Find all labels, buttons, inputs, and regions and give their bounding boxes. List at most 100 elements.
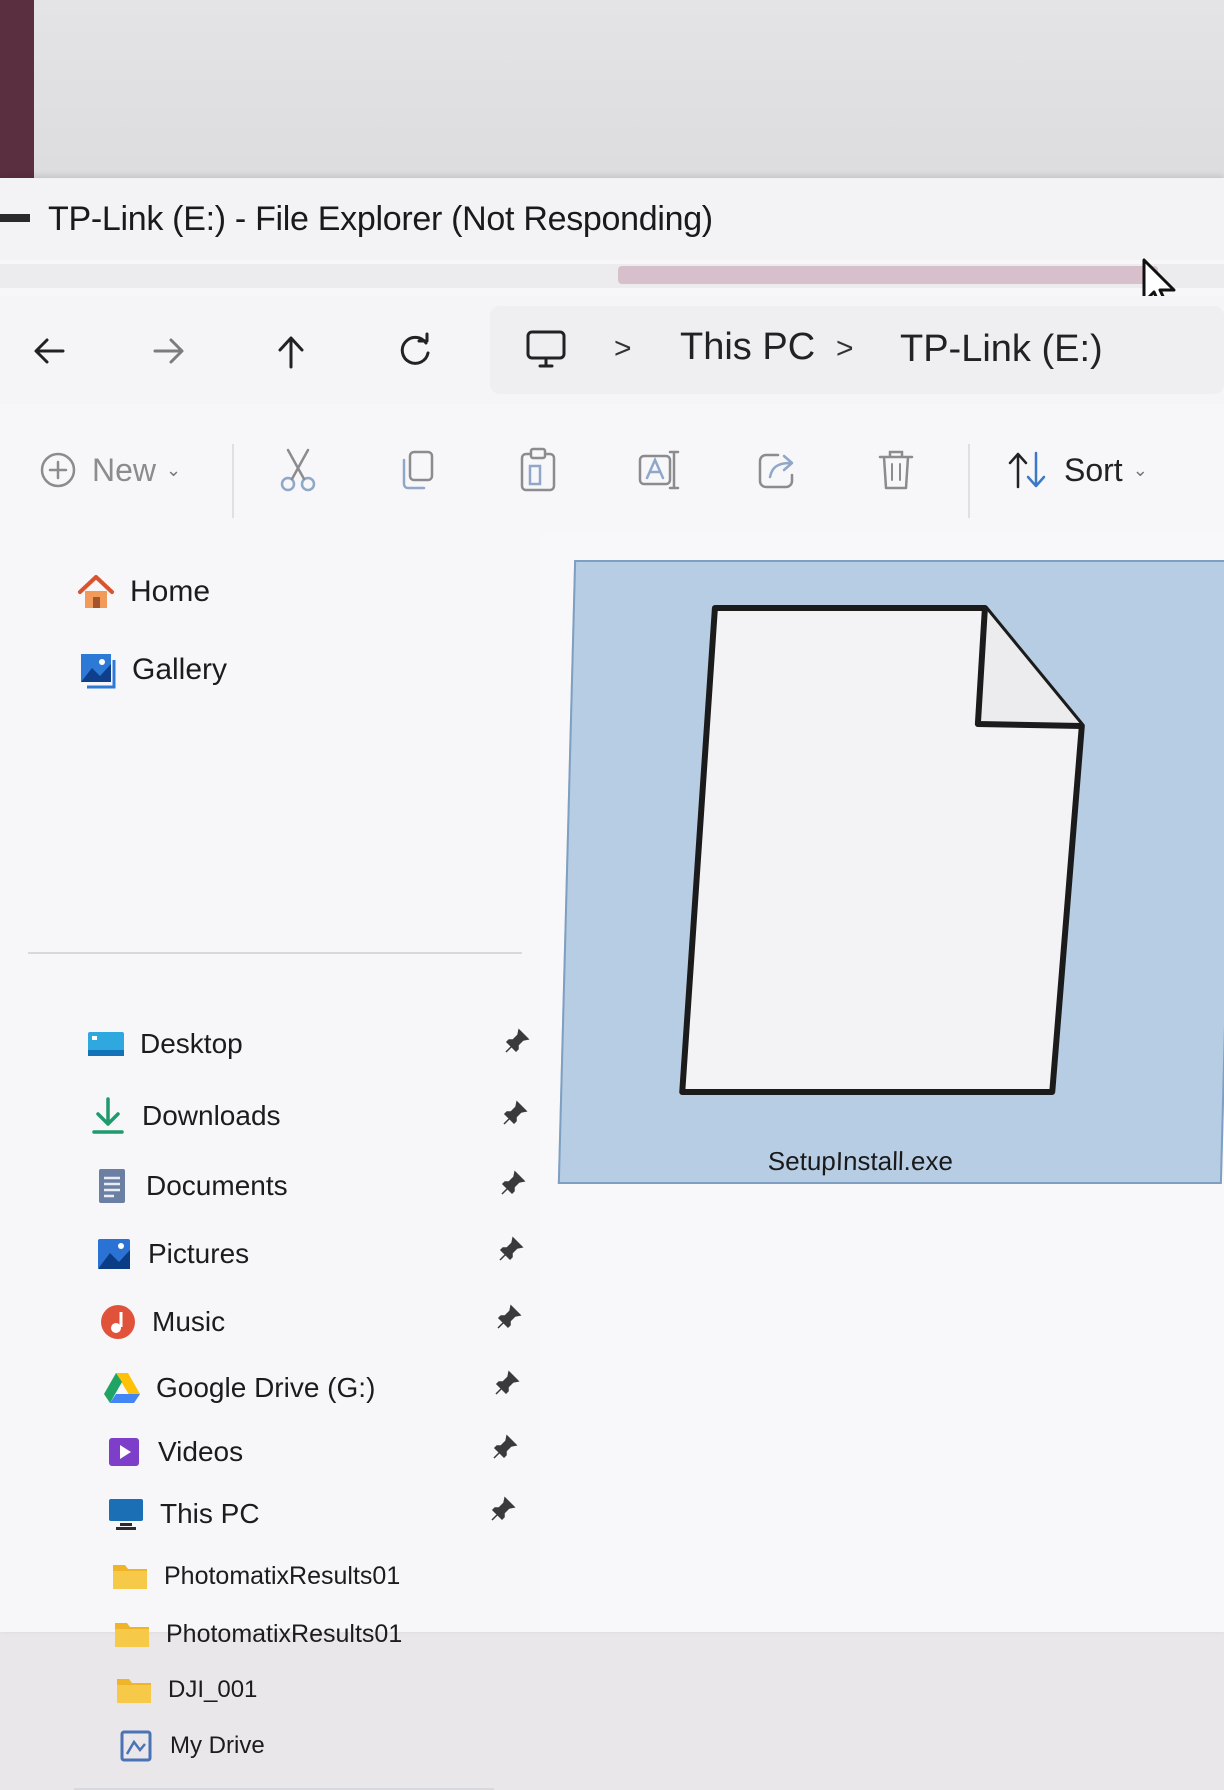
sidebar-item-downloads[interactable]: Downloads — [88, 1090, 281, 1142]
pin-icon[interactable] — [504, 1028, 530, 1054]
documents-icon — [99, 1169, 125, 1203]
copy-button[interactable] — [398, 440, 438, 500]
toolbar-divider — [968, 444, 970, 518]
sidebar-item-desktop[interactable]: Desktop — [86, 1018, 243, 1070]
sidebar-item-label: Downloads — [142, 1100, 281, 1131]
sidebar-item-label: Google Drive (G:) — [156, 1372, 376, 1403]
sidebar-item-label: DJI_001 — [168, 1676, 258, 1703]
sidebar-item-label: Music — [152, 1306, 226, 1337]
pictures-icon — [98, 1239, 130, 1269]
sidebar-item-label: My Drive — [170, 1732, 265, 1759]
plus-circle-icon — [40, 452, 76, 488]
monitor-icon — [109, 1499, 143, 1530]
share-icon — [758, 453, 794, 489]
download-icon — [92, 1097, 124, 1134]
rename-button[interactable] — [636, 440, 682, 500]
arrow-up-icon — [278, 336, 304, 369]
sidebar-item-pictures[interactable]: Pictures — [94, 1228, 249, 1280]
address-bar[interactable]: > This PC > TP-Link (E:) — [490, 306, 1224, 394]
folder-icon — [115, 1623, 149, 1647]
folder-icon — [117, 1679, 151, 1703]
file-item-selected[interactable]: SetupInstall.exe — [557, 560, 1224, 1184]
sidebar-item-label: PhotomatixResults01 — [164, 1561, 401, 1590]
file-explorer-window: TP-Link (E:) - File Explorer (Not Respon… — [0, 178, 1224, 1790]
desktop-icon — [88, 1032, 124, 1056]
pin-icon[interactable] — [500, 1170, 526, 1196]
sidebar-item-label: PhotomatixResults01 — [166, 1619, 403, 1648]
sidebar-item-label: Videos — [158, 1436, 244, 1467]
refresh-button[interactable] — [388, 324, 442, 378]
generic-file-icon — [679, 605, 1085, 1095]
arrow-right-icon — [153, 338, 184, 364]
forward-button[interactable] — [142, 324, 196, 378]
cut-button[interactable] — [278, 440, 318, 500]
sidebar-item-documents[interactable]: Documents — [92, 1160, 288, 1212]
sidebar-item-label: This PC — [160, 1498, 260, 1529]
sidebar-item-home[interactable]: Home — [76, 566, 210, 618]
toolbar-divider — [232, 444, 234, 518]
chevron-down-icon: ⌄ — [1132, 459, 1148, 480]
rename-icon — [638, 450, 680, 490]
file-name: SetupInstall.exe — [767, 1146, 954, 1176]
loading-progress-bar — [618, 266, 1158, 284]
refresh-icon — [400, 332, 430, 365]
back-button[interactable] — [22, 324, 76, 378]
pin-icon[interactable] — [502, 1100, 528, 1126]
arrow-left-icon — [34, 338, 65, 364]
file-list-area[interactable]: SetupInstall.exe — [540, 534, 1224, 1632]
breadcrumb-tp-link[interactable]: TP-Link (E:) — [900, 328, 1103, 371]
pin-icon[interactable] — [494, 1370, 520, 1396]
folder-icon — [113, 1565, 147, 1589]
sidebar-item-label: Desktop — [140, 1028, 243, 1059]
sort-arrows-icon — [1008, 451, 1046, 489]
window-title: TP-Link (E:) - File Explorer (Not Respon… — [48, 200, 713, 238]
sidebar-item-label: Gallery — [132, 653, 228, 686]
sidebar-item-my-drive[interactable]: My Drive — [116, 1720, 265, 1772]
app-icon — [0, 214, 30, 222]
new-label: New — [92, 451, 157, 488]
breadcrumb-separator: > — [614, 332, 632, 365]
monitor-icon — [526, 330, 566, 368]
delete-button[interactable] — [876, 440, 916, 500]
sidebar-item-folder[interactable]: PhotomatixResults01 — [110, 1550, 400, 1602]
videos-icon — [109, 1438, 139, 1466]
pin-icon[interactable] — [492, 1434, 518, 1460]
title-bar[interactable]: TP-Link (E:) - File Explorer (Not Respon… — [0, 178, 1224, 260]
sidebar-item-label: Home — [130, 575, 211, 608]
sidebar-item-music[interactable]: Music — [98, 1296, 225, 1348]
home-icon — [78, 575, 114, 608]
clipboard-icon — [520, 447, 556, 492]
desktop-background — [0, 0, 1224, 190]
breadcrumb-this-pc[interactable]: This PC — [680, 326, 815, 369]
sidebar-item-folder[interactable]: DJI_001 — [114, 1664, 257, 1716]
breadcrumb-separator: > — [836, 332, 854, 365]
share-button[interactable] — [756, 440, 798, 500]
command-toolbar: New ⌄ Sort ⌄ — [0, 404, 1224, 535]
music-icon — [101, 1305, 135, 1339]
google-drive-icon — [104, 1373, 140, 1403]
pin-icon[interactable] — [498, 1236, 524, 1262]
new-button[interactable]: New ⌄ — [38, 440, 181, 500]
sidebar-item-gallery[interactable]: Gallery — [78, 644, 227, 696]
sidebar-item-this-pc[interactable]: This PC — [106, 1488, 260, 1540]
sidebar-item-videos[interactable]: Videos — [104, 1426, 243, 1478]
pin-icon[interactable] — [496, 1304, 522, 1330]
scissors-icon — [280, 448, 316, 492]
sort-label: Sort — [1064, 451, 1123, 488]
gallery-icon — [81, 654, 116, 689]
sidebar-item-google-drive[interactable]: Google Drive (G:) — [102, 1362, 375, 1414]
up-button[interactable] — [264, 324, 318, 378]
sidebar-item-label: Documents — [146, 1170, 288, 1201]
pin-icon[interactable] — [490, 1496, 516, 1522]
sidebar-item-label: Pictures — [148, 1238, 250, 1269]
sidebar-divider — [28, 952, 522, 954]
navigation-bar: > This PC > TP-Link (E:) — [0, 296, 1224, 405]
trash-icon — [878, 450, 914, 490]
sort-button[interactable]: Sort ⌄ — [1006, 440, 1148, 500]
chevron-down-icon: ⌄ — [166, 459, 182, 480]
drive-folder-icon — [120, 1730, 152, 1762]
paste-button[interactable] — [518, 440, 558, 500]
copy-icon — [402, 450, 434, 490]
navigation-pane: Home Gallery Desktop Downloads Documents… — [0, 534, 541, 1790]
sidebar-item-folder[interactable]: PhotomatixResults01 — [112, 1608, 402, 1660]
